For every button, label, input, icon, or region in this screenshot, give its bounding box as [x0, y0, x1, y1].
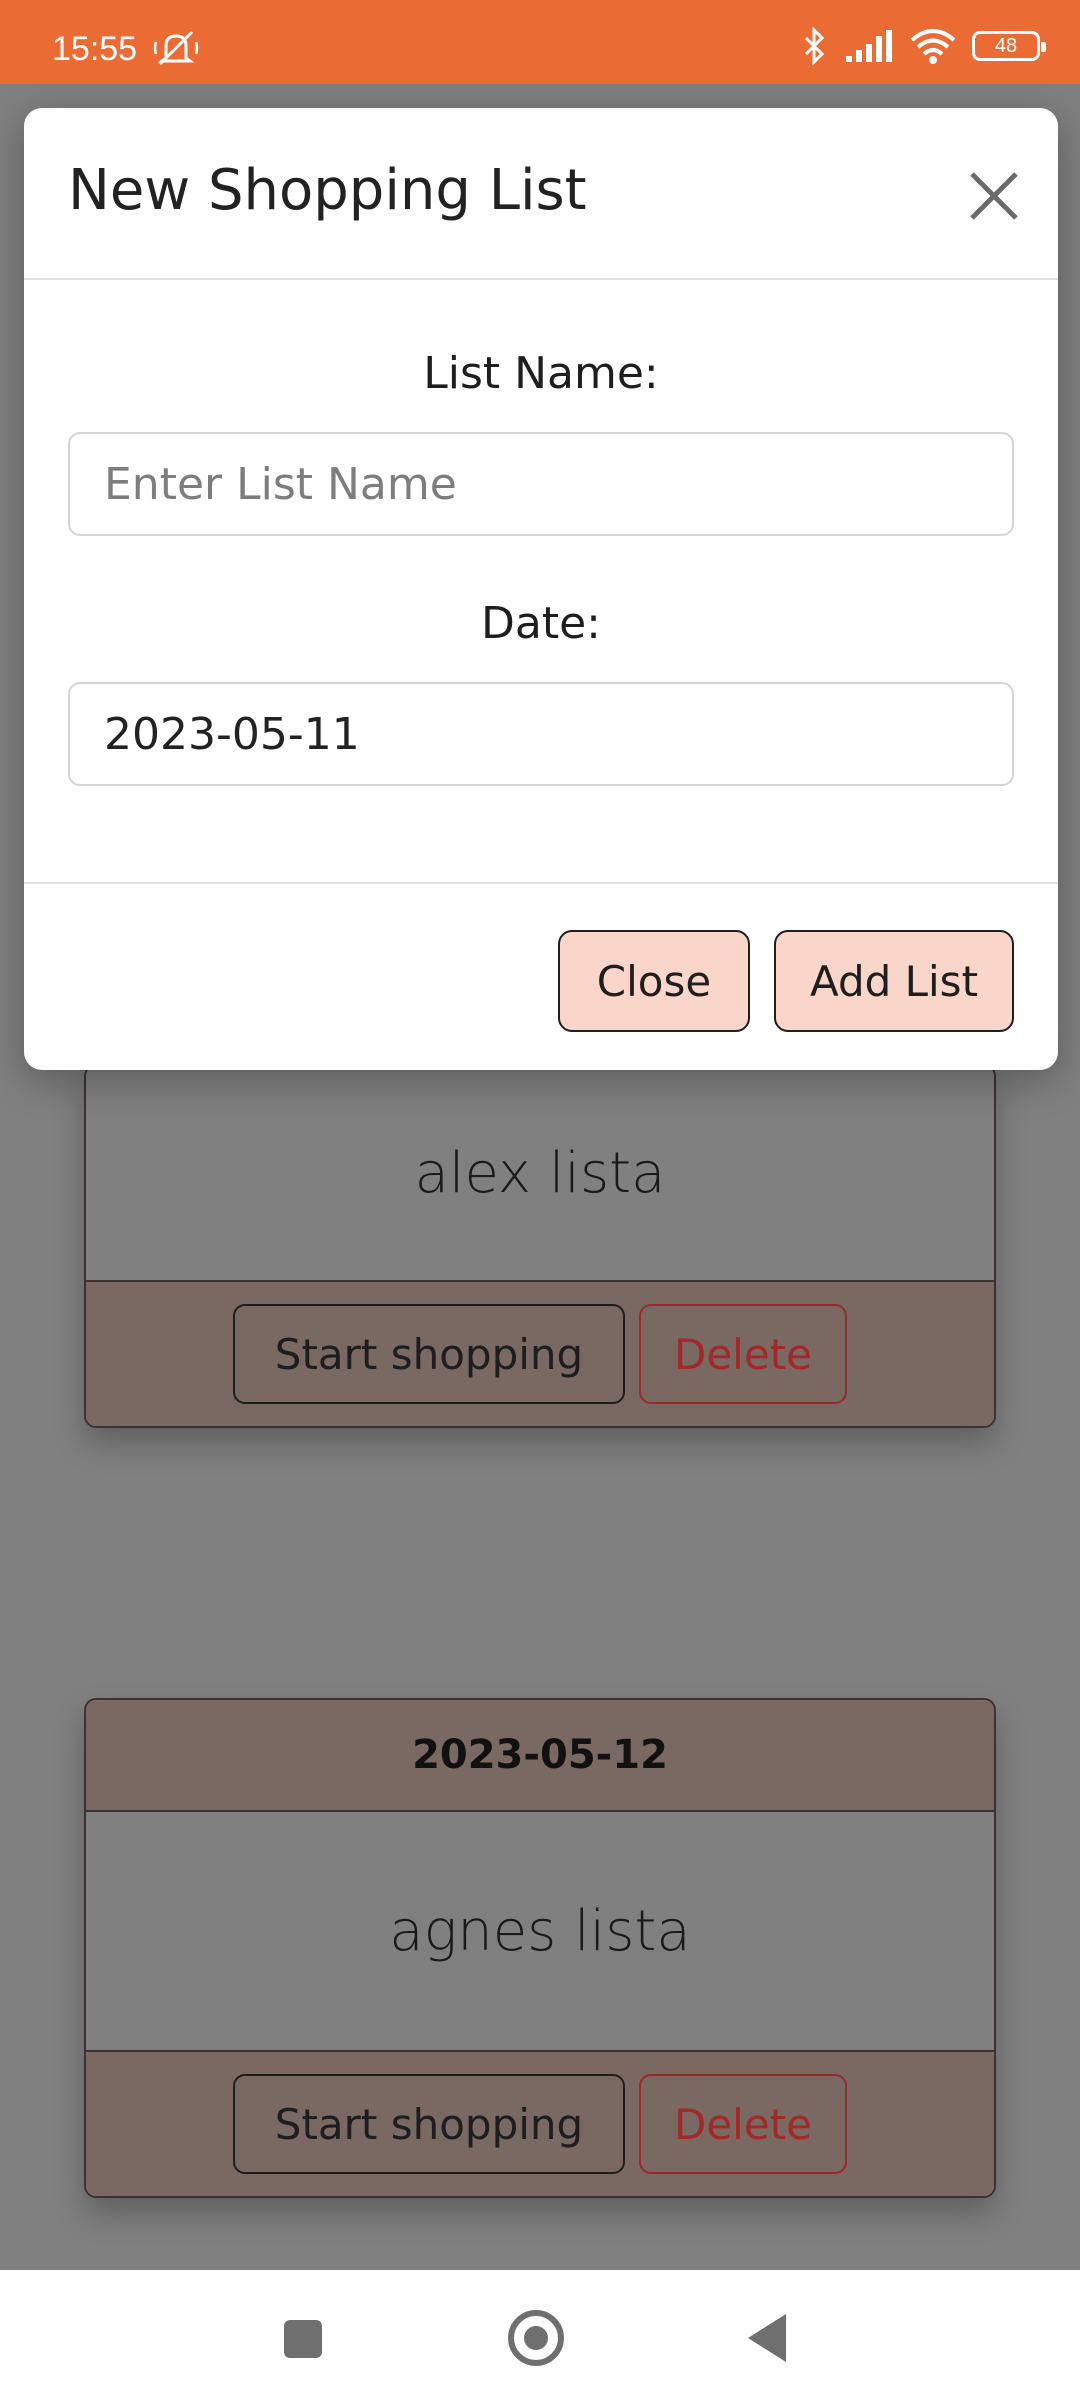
list-name-input[interactable]: [68, 432, 1014, 536]
close-button[interactable]: Close: [558, 930, 750, 1032]
status-icons: 48: [800, 26, 1046, 66]
status-bar: 15:55 48: [0, 0, 1080, 84]
modal-title: New Shopping List: [68, 158, 587, 223]
back-icon[interactable]: [748, 2314, 786, 2362]
modal-body: List Name: Date:: [24, 280, 1058, 884]
home-icon[interactable]: [508, 2310, 564, 2366]
wifi-icon: [910, 29, 956, 64]
close-icon[interactable]: [968, 170, 1020, 222]
list-name-label: List Name:: [423, 348, 659, 399]
mute-icon: [153, 30, 199, 66]
status-time: 15:55: [52, 30, 138, 68]
date-label: Date:: [481, 598, 601, 649]
battery-icon: 48: [972, 31, 1046, 61]
add-list-button[interactable]: Add List: [774, 930, 1014, 1032]
new-list-modal: New Shopping List List Name: Date: Close…: [24, 108, 1058, 1070]
modal-header: New Shopping List: [24, 108, 1058, 280]
bluetooth-icon: [804, 26, 825, 66]
signal-icon: [846, 30, 892, 62]
navigation-bar: [0, 2270, 1080, 2400]
modal-footer: Close Add List: [24, 884, 1058, 1068]
date-input[interactable]: [68, 682, 1014, 786]
recents-icon[interactable]: [284, 2320, 322, 2358]
